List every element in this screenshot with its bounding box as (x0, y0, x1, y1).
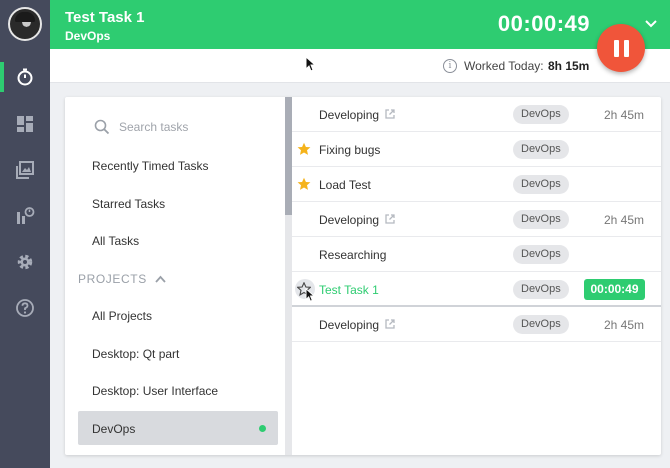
starred-tasks-link[interactable]: Starred Tasks (92, 197, 165, 211)
task-row[interactable]: Developing DevOps 2h 45m (292, 97, 661, 132)
task-row[interactable]: Fixing bugs DevOps (292, 132, 661, 167)
timer-icon[interactable] (0, 54, 50, 100)
mouse-cursor-icon (305, 288, 315, 302)
external-link-icon[interactable] (384, 318, 396, 330)
chevron-down-icon[interactable] (644, 17, 658, 31)
current-task-bar: Test Task 1 DevOps 00:00:49 (50, 0, 670, 49)
scrollbar-thumb[interactable] (285, 97, 292, 215)
external-link-icon[interactable] (384, 213, 396, 225)
all-tasks-link[interactable]: All Tasks (92, 234, 139, 248)
project-tag: DevOps (513, 175, 569, 194)
task-name: Load Test (319, 178, 371, 192)
dashboard-icon[interactable] (0, 101, 50, 147)
worked-today-value: 8h 15m (548, 59, 590, 73)
task-duration: 2h 45m (603, 108, 644, 122)
project-item[interactable]: Desktop: Qt part (92, 347, 179, 361)
task-row[interactable]: Developing DevOps 2h 45m (292, 307, 661, 342)
projects-heading-label: PROJECTS (78, 272, 147, 286)
info-icon[interactable]: i (443, 59, 457, 73)
current-timer: 00:00:49 (497, 11, 590, 36)
project-item[interactable]: Desktop: User Interface (92, 384, 218, 398)
tasks-card: Recently Timed Tasks Starred Tasks All T… (65, 97, 661, 455)
mouse-cursor-icon (305, 56, 316, 72)
pause-button[interactable] (597, 24, 645, 72)
task-row[interactable]: Researching DevOps (292, 237, 661, 272)
help-icon[interactable] (0, 285, 50, 331)
project-tag: DevOps (513, 245, 569, 264)
task-name: Developing (319, 108, 380, 122)
external-link-icon[interactable] (384, 108, 396, 120)
recent-tasks-link[interactable]: Recently Timed Tasks (92, 159, 209, 173)
project-tag: DevOps (513, 280, 569, 299)
task-duration: 2h 45m (603, 213, 644, 227)
task-filter-panel: Recently Timed Tasks Starred Tasks All T… (65, 97, 285, 455)
project-tag: DevOps (513, 140, 569, 159)
task-name: Test Task 1 (319, 283, 379, 297)
task-name: Fixing bugs (319, 143, 381, 157)
star-filled-icon[interactable] (297, 142, 311, 156)
task-list: Developing DevOps 2h 45m Fixing bugs Dev… (292, 97, 661, 342)
current-task-title: Test Task 1 (65, 9, 145, 26)
project-item-label: DevOps (92, 422, 136, 436)
projects-heading[interactable]: PROJECTS (78, 272, 166, 286)
task-row[interactable]: Load Test DevOps (292, 167, 661, 202)
task-name: Developing (319, 213, 380, 227)
task-name: Researching (319, 248, 387, 262)
active-indicator (259, 425, 266, 432)
scrollbar[interactable] (285, 97, 292, 455)
reports-icon[interactable] (0, 193, 50, 239)
screenshots-icon[interactable] (0, 147, 50, 193)
task-row-active[interactable]: Test Task 1 DevOps 00:00:49 (292, 272, 661, 307)
project-tag: DevOps (513, 210, 569, 229)
running-timer-badge: 00:00:49 (584, 279, 645, 300)
chevron-up-icon (155, 275, 166, 283)
avatar[interactable] (8, 7, 42, 41)
gear-icon[interactable] (0, 239, 50, 285)
task-name: Developing (319, 318, 380, 332)
search-icon (94, 119, 110, 135)
task-duration: 2h 45m (603, 318, 644, 332)
project-tag: DevOps (513, 105, 569, 124)
project-tag: DevOps (513, 315, 569, 334)
project-item-selected[interactable]: DevOps (78, 411, 278, 445)
search-box[interactable] (94, 119, 269, 135)
worked-today-label: Worked Today: (464, 59, 544, 73)
task-row[interactable]: Developing DevOps 2h 45m (292, 202, 661, 237)
current-task-project: DevOps (65, 29, 111, 43)
worked-today-bar: i Worked Today: 8h 15m (50, 49, 670, 83)
search-input[interactable] (119, 120, 269, 134)
project-item[interactable]: All Projects (92, 309, 152, 323)
star-filled-icon[interactable] (297, 177, 311, 191)
sidebar-rail (0, 0, 50, 468)
